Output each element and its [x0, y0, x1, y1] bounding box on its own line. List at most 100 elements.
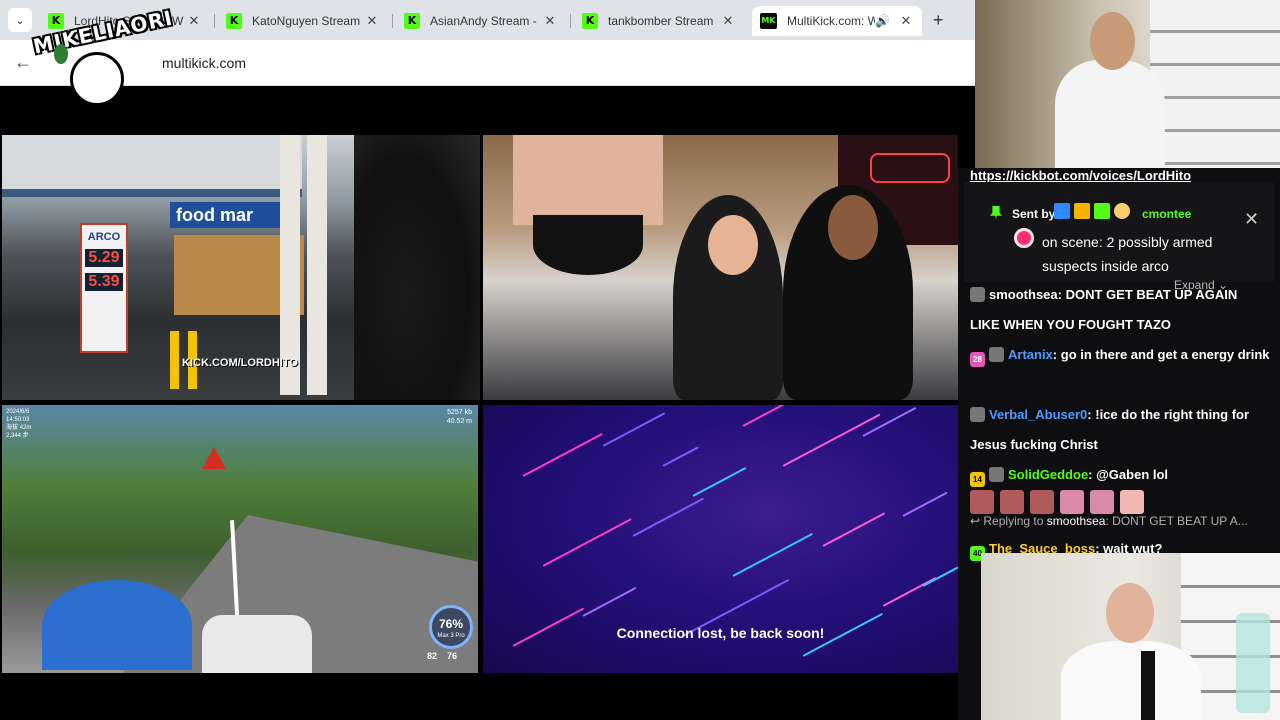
badge-icon [989, 347, 1004, 362]
emote-icon [1120, 490, 1144, 514]
new-tab-button[interactable]: + [933, 10, 944, 31]
chat-message: smoothsea: DONT GET BEAT UP AGAIN LIKE W… [970, 287, 1238, 332]
reply-user: smoothsea [1046, 514, 1106, 528]
hud-stats: 5257 kb 40.52 m [447, 408, 472, 426]
emote-icon [1000, 490, 1024, 514]
price-value: 5.39 [85, 273, 123, 291]
chat-link[interactable]: https://kickbot.com/voices/LordHito [970, 168, 1191, 183]
chat-text: @Gaben lol [1096, 467, 1169, 482]
scooter-handlebar [202, 615, 312, 673]
light-streak [522, 432, 603, 477]
kick-favicon-icon: K [226, 13, 242, 29]
pinned-username[interactable]: cmontee [1142, 207, 1191, 221]
bollard [170, 331, 179, 389]
url-text[interactable]: multikick.com [162, 55, 246, 71]
close-tab-icon[interactable]: ✕ [542, 13, 558, 29]
tab-asianandy[interactable]: K AsianAndy Stream - ✕ [396, 6, 566, 36]
emote-icon [1060, 490, 1084, 514]
tab-title: KatoNguyen Stream [252, 14, 361, 28]
chat-message: Verbal_Abuser0: !ice do the right thing … [970, 407, 1250, 452]
tab-divider [392, 14, 393, 28]
chat-username[interactable]: SolidGeddoe [1008, 467, 1088, 482]
person-head [1106, 583, 1154, 643]
tab-divider [214, 14, 215, 28]
close-tab-icon[interactable]: ✕ [898, 13, 914, 29]
chat-message: 28 Artanix: go in there and get a energy … [970, 340, 1270, 370]
stat-value: 76 [447, 651, 458, 661]
light-streak [782, 413, 881, 467]
stat-value: 82 [427, 651, 438, 661]
badge-icon [970, 407, 985, 422]
tab-search-button[interactable]: ⌄ [8, 8, 32, 32]
pin-icon [990, 206, 1002, 220]
emote-row [970, 490, 1144, 514]
tab-title: AsianAndy Stream - [430, 14, 537, 28]
close-tab-icon[interactable]: ✕ [186, 13, 202, 29]
stream-video-3[interactable]: 2024/6/6 14:50:03 海拔 42m 2,344 步 5257 kb… [2, 405, 478, 673]
avatar [1014, 228, 1034, 248]
close-tab-icon[interactable]: ✕ [364, 13, 380, 29]
hud-line: 14:50:03 [6, 417, 30, 423]
person-clothing [533, 215, 643, 275]
hud-info: 2024/6/6 14:50:03 海拔 42m 2,344 步 [6, 408, 31, 440]
chat-message: 14 SolidGeddoe: @Gaben lol [970, 460, 1270, 490]
chat-username[interactable]: Artanix [1008, 347, 1053, 362]
pinned-text: on scene: 2 possibly armed suspects insi… [1042, 234, 1213, 274]
light-streak [542, 518, 632, 567]
person-face [708, 215, 758, 275]
badge-icon [1114, 203, 1130, 219]
kick-favicon-icon: K [582, 13, 598, 29]
person-head [1090, 12, 1135, 70]
pinned-message: Sent by cmontee ✕ on scene: 2 possibly a… [964, 182, 1274, 292]
chat-username[interactable]: Verbal_Abuser0 [989, 407, 1087, 422]
webcam-bottom [981, 553, 1280, 720]
canopy-beam [2, 189, 302, 197]
close-tab-icon[interactable]: ✕ [720, 13, 736, 29]
brand-label: ARCO [87, 231, 121, 243]
close-pinned-icon[interactable]: ✕ [1244, 209, 1259, 230]
chat-username[interactable]: smoothsea [989, 287, 1058, 302]
tab-multikick[interactable]: MK MultiKick.com: W 🔊 ✕ [752, 6, 922, 36]
stream-video-4[interactable]: Connection lost, be back soon! [483, 405, 958, 673]
light-streak [662, 446, 699, 467]
light-streak [922, 566, 958, 587]
store-sign: food mar [170, 202, 280, 228]
light-streak [632, 497, 705, 537]
gas-station-canopy [2, 135, 302, 193]
stream-video-1[interactable]: food mar ARCO 5.29 5.39 KICK.COM/LORDHIT… [2, 135, 480, 400]
light-streak [602, 412, 666, 447]
reply-text: DONT GET BEAT UP A... [1112, 514, 1248, 528]
back-arrow-icon[interactable]: ← [14, 52, 32, 73]
battery-device: Max 3 Pro [437, 633, 465, 639]
person-back [513, 135, 663, 225]
stream-video-2[interactable] [483, 135, 958, 400]
tab-title: MultiKick.com: W [787, 14, 876, 28]
bag-strap [1141, 651, 1155, 720]
leaf-icon [54, 44, 68, 64]
tab-katonguyen[interactable]: K KatoNguyen Stream ✕ [218, 6, 388, 36]
stream-watermark: KICK.COM/LORDHITO [182, 357, 298, 369]
sub-badge: 14 [970, 472, 985, 487]
badge-icon [1054, 203, 1070, 219]
pinned-sent-by: Sent by [1012, 207, 1056, 221]
shelf [1150, 0, 1280, 170]
canopy-pillar [280, 135, 300, 395]
hud-line: 5257 kb [447, 409, 472, 416]
water-bottle [1236, 613, 1270, 713]
reply-prefix: Replying to [983, 514, 1044, 528]
tab-tankbomber[interactable]: K tankbomber Stream ✕ [574, 6, 744, 36]
hud-line: 40.52 m [446, 418, 472, 425]
tab-title: tankbomber Stream [608, 14, 714, 28]
canopy-pillar [307, 135, 327, 395]
umbrella [42, 580, 192, 670]
kick-favicon-icon: K [404, 13, 420, 29]
badge-icon [970, 287, 985, 302]
webcam-top [975, 0, 1280, 170]
cartoon-face-icon [70, 52, 124, 106]
speaker-icon[interactable]: 🔊 [875, 14, 890, 28]
chat-text: go in there and get a energy drink [1060, 347, 1270, 362]
badge-icon [1094, 203, 1110, 219]
person-shirt [1061, 641, 1201, 720]
hud-line: 海拔 42m [6, 425, 32, 431]
crown-badge-icon [1074, 203, 1090, 219]
